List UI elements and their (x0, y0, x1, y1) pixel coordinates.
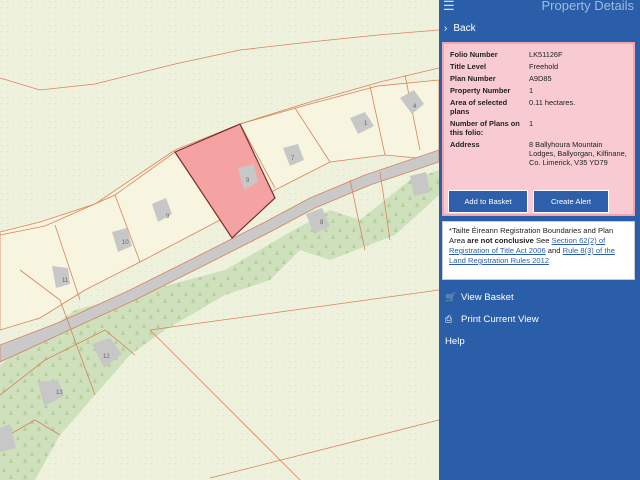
detail-value: LK51126F (529, 50, 563, 59)
detail-row-area: Area of selected plans 0.11 hectares. (450, 98, 630, 116)
detail-key: Folio Number (450, 50, 498, 59)
detail-value: Freehold (529, 62, 559, 71)
shopping-cart-icon: 🛒 (445, 292, 457, 302)
print-current-view-button[interactable]: ⎙ Print Current View (445, 314, 539, 325)
chevron-right-icon: › (444, 22, 448, 34)
back-label: Back (453, 22, 476, 34)
boundary-disclaimer: *Tailte Éireann Registration Boundaries … (442, 221, 635, 280)
detail-value: A9D85 (529, 74, 552, 83)
detail-row-title-level: Title Level Freehold (450, 62, 630, 71)
detail-row-address: Address 8 Ballyhoura Mountain Lodges, Ba… (450, 140, 630, 167)
map-view[interactable]: 4 1 7 9 9 10 11 8 12 13 (0, 0, 439, 480)
create-alert-button[interactable]: Create Alert (533, 190, 609, 213)
detail-value: 0.11 hectares. (529, 98, 576, 107)
help-label: Help (445, 336, 465, 347)
plot-label: 10 (122, 240, 129, 246)
hamburger-menu-icon[interactable]: ☰ (443, 0, 455, 12)
disclaimer-see: See (535, 236, 550, 245)
back-button[interactable]: › Back (439, 16, 640, 40)
panel-header: ☰ Property Details (439, 0, 640, 16)
detail-value: 8 Ballyhoura Mountain Lodges, Ballyorgan… (529, 140, 627, 167)
printer-icon: ⎙ (445, 314, 453, 324)
detail-key: Title Level (450, 62, 487, 71)
detail-key: Property Number (450, 86, 511, 95)
detail-row-property-number: Property Number 1 (450, 86, 630, 95)
detail-key: Number of Plans on this folio: (450, 119, 520, 137)
plot-label: 12 (103, 354, 110, 360)
plot-label: 11 (62, 278, 69, 284)
print-view-label: Print Current View (461, 314, 539, 325)
disclaimer-and: and (547, 246, 561, 255)
view-basket-label: View Basket (461, 292, 514, 303)
detail-value: 1 (529, 119, 534, 128)
detail-key: Address (450, 140, 480, 149)
help-button[interactable]: Help (445, 336, 465, 347)
disclaimer-bold-text: are not conclusive (467, 236, 534, 245)
detail-key: Area of selected plans (450, 98, 508, 116)
property-details-panel: ☰ Property Details › Back Folio Number L… (439, 0, 640, 480)
map-canvas[interactable]: 4 1 7 9 9 10 11 8 12 13 (0, 0, 439, 480)
plot-label: 13 (56, 390, 63, 396)
detail-row-plan-number: Plan Number A9D85 (450, 74, 630, 83)
property-details-card: Folio Number LK51126F Title Level Freeho… (442, 42, 635, 216)
detail-key: Plan Number (450, 74, 496, 83)
panel-title: Property Details (541, 0, 634, 13)
add-to-basket-button[interactable]: Add to Basket (448, 190, 528, 213)
detail-row-folio-number: Folio Number LK51126F (450, 50, 630, 59)
detail-value: 1 (529, 86, 534, 95)
detail-row-number-of-plans: Number of Plans on this folio: 1 (450, 119, 630, 137)
details-table: Folio Number LK51126F Title Level Freeho… (450, 50, 630, 170)
view-basket-button[interactable]: 🛒 View Basket (445, 292, 514, 303)
